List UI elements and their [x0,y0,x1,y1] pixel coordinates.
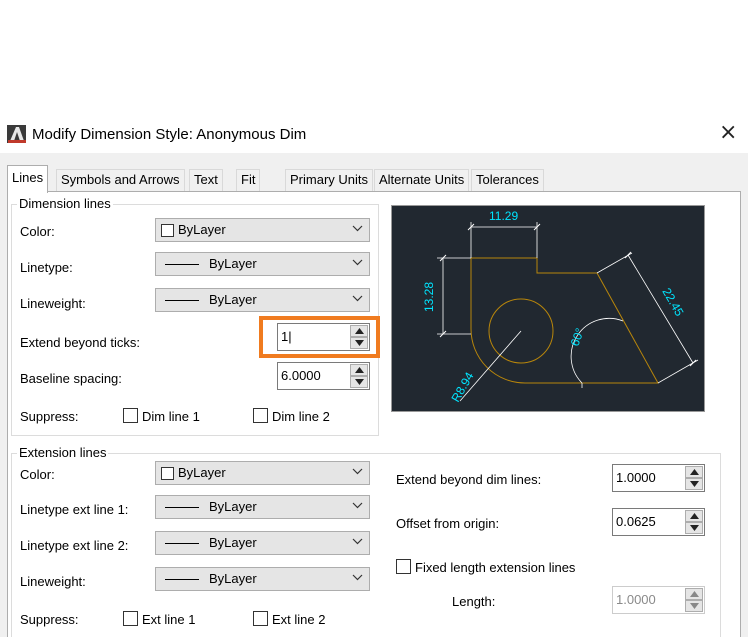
chevron-down-icon [352,225,363,232]
offset-from-origin-value: 0.0625 [616,514,656,529]
ext-line-1-label: Ext line 1 [142,612,196,627]
dim-linetype-value: ByLayer [209,256,257,271]
lineweight-sample [165,579,199,580]
chevron-down-icon [352,259,363,266]
baseline-spacing-input[interactable]: 6.0000 [277,362,370,390]
ext-color-select[interactable]: ByLayer [155,461,370,485]
tab-fit[interactable]: Fit [236,169,261,191]
ext-lineweight-value: ByLayer [209,571,257,586]
tab-primary-units[interactable]: Primary Units [285,169,374,191]
extension-lines-title: Extension lines [17,445,109,460]
dim-top-text: 11.29 [489,209,518,223]
extend-beyond-ticks-label: Extend beyond ticks: [20,335,140,350]
length-value: 1.0000 [616,592,656,607]
dim-color-label: Color: [20,224,55,239]
lineweight-sample [165,300,199,301]
offset-from-origin-label: Offset from origin: [396,516,500,531]
fixed-length-checkbox[interactable] [396,559,411,574]
ext-line-1-checkbox[interactable] [123,611,138,626]
color-swatch [161,224,174,237]
dim-line-1-label: Dim line 1 [142,409,200,424]
baseline-spacing-label: Baseline spacing: [20,371,122,386]
extend-beyond-dim-lines-value: 1.0000 [616,470,656,485]
dim-line-2-checkbox[interactable] [253,408,268,423]
ext-lineweight-label: Lineweight: [20,574,86,589]
chevron-down-icon [352,574,363,581]
ext-linetype1-select[interactable]: ByLayer [155,495,370,519]
chevron-down-icon [352,502,363,509]
spin-down-button[interactable] [350,376,368,388]
spin-down-button[interactable] [685,522,703,534]
dim-color-value: ByLayer [178,222,226,237]
dim-lineweight-value: ByLayer [209,292,257,307]
tab-symbols-and-arrows[interactable]: Symbols and Arrows [56,169,185,191]
dim-linetype-label: Linetype: [20,260,73,275]
highlight-box [259,316,380,358]
baseline-spacing-value: 6.0000 [281,368,321,383]
linetype-sample [165,507,199,508]
ext-linetype1-label: Linetype ext line 1: [20,502,129,517]
ext-line-2-checkbox[interactable] [253,611,268,626]
spin-up-button[interactable] [685,466,703,478]
dim-suppress-label: Suppress: [20,409,79,424]
chevron-down-icon [352,538,363,545]
offset-from-origin-input[interactable]: 0.0625 [612,508,705,536]
ext-linetype2-label: Linetype ext line 2: [20,538,129,553]
tab-text[interactable]: Text [189,169,223,191]
tab-lines[interactable]: Lines [7,165,49,193]
dim-lineweight-select[interactable]: ByLayer [155,288,370,312]
linetype-sample [165,543,199,544]
ext-suppress-label: Suppress: [20,612,79,627]
dim-lineweight-label: Lineweight: [20,296,86,311]
extend-beyond-dim-lines-label: Extend beyond dim lines: [396,472,542,487]
dim-left-text: 13.28 [422,282,436,312]
extend-beyond-dim-lines-input[interactable]: 1.0000 [612,464,705,492]
linetype-sample [165,264,199,265]
dim-linetype-select[interactable]: ByLayer [155,252,370,276]
tab-tolerances[interactable]: Tolerances [471,169,544,191]
color-swatch [161,467,174,480]
dim-line-2-label: Dim line 2 [272,409,330,424]
window-title: Modify Dimension Style: Anonymous Dim [32,126,307,143]
spin-up-button[interactable] [685,510,703,522]
chevron-down-icon [352,295,363,302]
ext-color-label: Color: [20,467,55,482]
ext-lineweight-select[interactable]: ByLayer [155,567,370,591]
spin-down-button[interactable] [685,478,703,490]
dim-color-select[interactable]: ByLayer [155,218,370,242]
tab-alternate-units[interactable]: Alternate Units [374,169,470,191]
ext-linetype1-value: ByLayer [209,499,257,514]
ext-color-value: ByLayer [178,465,226,480]
spin-up-button[interactable] [350,364,368,376]
ext-linetype2-select[interactable]: ByLayer [155,531,370,555]
ext-line-2-label: Ext line 2 [272,612,326,627]
length-label: Length: [452,594,496,609]
spin-up-button[interactable] [685,588,703,600]
ext-linetype2-value: ByLayer [209,535,257,550]
autocad-icon [7,125,27,143]
length-input[interactable]: 1.0000 [612,586,705,614]
spin-down-button[interactable] [685,600,703,612]
dim-angle-text: 60° [568,326,587,348]
dim-line-1-checkbox[interactable] [123,408,138,423]
fixed-length-label: Fixed length extension lines [415,560,576,575]
dimension-lines-title: Dimension lines [17,196,113,211]
chevron-down-icon [352,468,363,475]
close-icon[interactable]: × [719,122,737,144]
dimension-preview: 11.29 13.28 22.45 60° R8.94 [391,205,705,412]
